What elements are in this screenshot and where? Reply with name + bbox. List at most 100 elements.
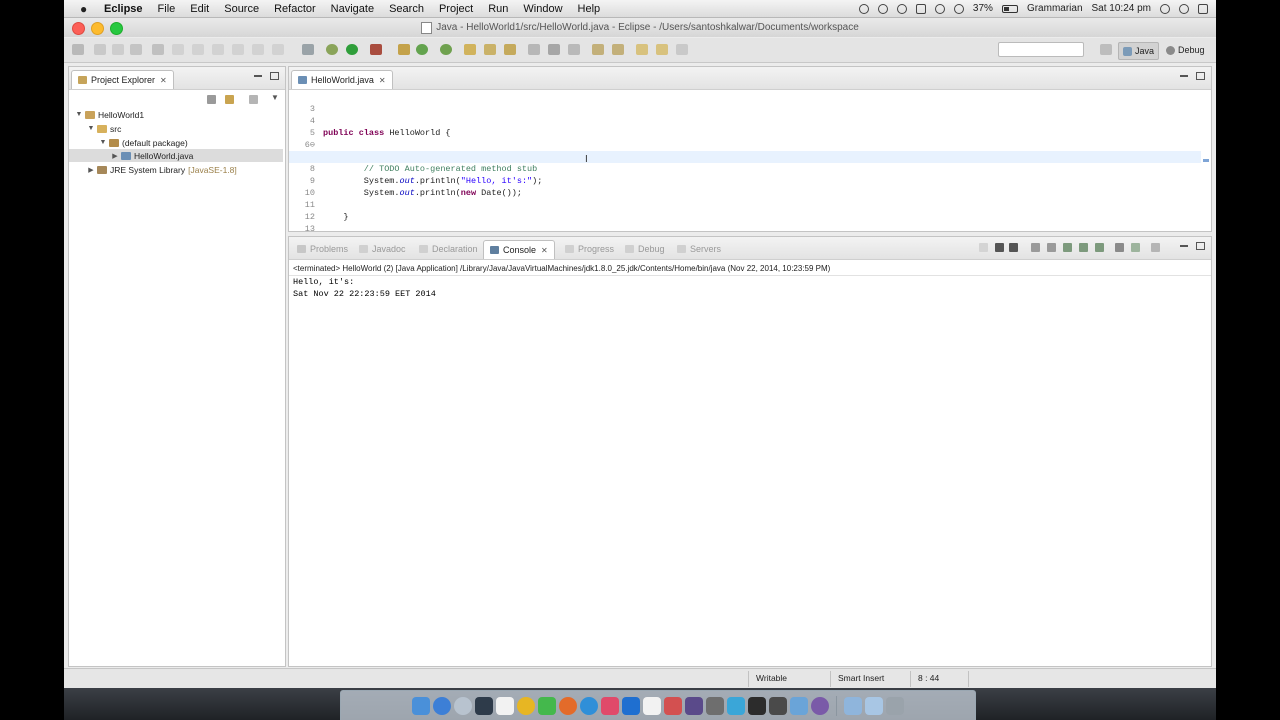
toolbar-icon[interactable] bbox=[232, 44, 244, 55]
user-name[interactable]: Grammarian bbox=[1027, 3, 1083, 14]
volume-icon[interactable] bbox=[953, 3, 964, 14]
collapse-all-icon[interactable] bbox=[207, 95, 216, 104]
tab-helloworld-java[interactable]: HelloWorld.java ✕ bbox=[291, 70, 393, 89]
tab-problems[interactable]: Problems bbox=[291, 240, 354, 258]
tab-debug[interactable]: Debug bbox=[619, 240, 671, 258]
remove-all-terminated-icon[interactable] bbox=[1009, 243, 1018, 252]
terminal-icon[interactable] bbox=[748, 697, 766, 715]
toolbar-icon[interactable] bbox=[192, 44, 204, 55]
view-menu-icon[interactable] bbox=[249, 95, 258, 104]
tab-progress[interactable]: Progress bbox=[559, 240, 620, 258]
menu-navigate[interactable]: Navigate bbox=[331, 3, 374, 15]
open-task-icon[interactable] bbox=[484, 44, 496, 55]
trash-icon[interactable] bbox=[886, 697, 904, 715]
close-window-button[interactable] bbox=[72, 22, 85, 35]
toolbar-icon[interactable] bbox=[172, 44, 184, 55]
app-store-icon[interactable] bbox=[433, 697, 451, 715]
perspective-java[interactable]: Java bbox=[1118, 42, 1160, 60]
chevron-down-icon[interactable]: ▼ bbox=[271, 93, 279, 102]
pause-icon[interactable] bbox=[858, 3, 869, 14]
new-java-project-icon[interactable] bbox=[398, 44, 410, 55]
show-console-stdout-icon[interactable] bbox=[1079, 243, 1088, 252]
new-package-icon[interactable] bbox=[416, 44, 428, 55]
clock[interactable]: Sat 10:24 pm bbox=[1092, 3, 1151, 14]
chrome-icon[interactable] bbox=[517, 697, 535, 715]
wifi-icon[interactable] bbox=[934, 3, 945, 14]
print-icon[interactable] bbox=[130, 44, 142, 55]
finder-icon[interactable] bbox=[412, 697, 430, 715]
pin-icon[interactable] bbox=[676, 44, 688, 55]
pin-console-icon[interactable] bbox=[1115, 243, 1124, 252]
debug-icon[interactable] bbox=[326, 44, 338, 55]
expand-arrow-icon[interactable]: ▼ bbox=[75, 111, 83, 118]
skype-icon[interactable] bbox=[622, 697, 640, 715]
scroll-lock-icon[interactable] bbox=[1047, 243, 1056, 252]
close-icon[interactable]: ✕ bbox=[160, 76, 167, 85]
notes-icon[interactable] bbox=[496, 697, 514, 715]
maps-icon[interactable] bbox=[727, 697, 745, 715]
skip-breakpoints-icon[interactable] bbox=[302, 44, 314, 55]
tab-console[interactable]: Console ✕ bbox=[483, 240, 555, 259]
new-class-icon[interactable] bbox=[440, 44, 452, 55]
notification-center-icon[interactable] bbox=[1198, 3, 1208, 14]
user-icon[interactable] bbox=[1160, 3, 1170, 14]
code-area[interactable]: 3 4 public class HelloWorld { 5 6⊖ publi… bbox=[289, 89, 1201, 231]
battery-icon[interactable] bbox=[1001, 4, 1018, 13]
back-icon[interactable] bbox=[636, 44, 648, 55]
open-console-icon[interactable] bbox=[1151, 243, 1160, 252]
new-icon[interactable] bbox=[72, 44, 84, 55]
preview-icon[interactable] bbox=[790, 697, 808, 715]
photo-booth-icon[interactable] bbox=[664, 697, 682, 715]
show-whitespace-icon[interactable] bbox=[568, 44, 580, 55]
remove-launch-icon[interactable] bbox=[995, 243, 1004, 252]
external-tools-icon[interactable] bbox=[370, 44, 382, 55]
firefox-icon[interactable] bbox=[559, 697, 577, 715]
apple-icon[interactable]: ● bbox=[80, 3, 92, 15]
toggle-mark-icon[interactable] bbox=[528, 44, 540, 55]
close-icon[interactable]: ✕ bbox=[541, 246, 548, 255]
tree-item-jre-library[interactable]: ▶ JRE System Library [JavaSE-1.8] bbox=[87, 163, 236, 176]
display-console-icon[interactable] bbox=[1131, 243, 1140, 252]
minimize-window-button[interactable] bbox=[91, 22, 104, 35]
run-icon[interactable] bbox=[346, 44, 358, 55]
tab-declaration[interactable]: Declaration bbox=[413, 240, 484, 258]
expand-arrow-icon[interactable]: ▼ bbox=[87, 125, 95, 132]
dvd-player-icon[interactable] bbox=[811, 697, 829, 715]
downloads-stack-icon[interactable] bbox=[844, 697, 862, 715]
terminate-icon[interactable] bbox=[979, 243, 988, 252]
tab-servers[interactable]: Servers bbox=[671, 240, 727, 258]
link-with-editor-icon[interactable] bbox=[225, 95, 234, 104]
overview-ruler-marker[interactable] bbox=[1203, 159, 1209, 162]
maximize-icon[interactable] bbox=[270, 72, 279, 80]
itunes-icon[interactable] bbox=[601, 697, 619, 715]
safari-icon[interactable] bbox=[580, 697, 598, 715]
tree-item-helloworld-java[interactable]: ▶ HelloWorld.java bbox=[69, 149, 283, 162]
toolbar-icon[interactable] bbox=[212, 44, 224, 55]
spotlight-search-icon[interactable] bbox=[1179, 3, 1189, 14]
tab-javadoc[interactable]: Javadoc bbox=[353, 240, 412, 258]
menu-edit[interactable]: Edit bbox=[190, 3, 209, 15]
annotation-icon[interactable] bbox=[548, 44, 560, 55]
menu-refactor[interactable]: Refactor bbox=[274, 3, 316, 15]
record-icon[interactable] bbox=[877, 3, 888, 14]
search-icon[interactable] bbox=[504, 44, 516, 55]
open-type-icon[interactable] bbox=[464, 44, 476, 55]
menu-project[interactable]: Project bbox=[439, 3, 473, 15]
zoom-window-button[interactable] bbox=[110, 22, 123, 35]
toolbar-icon[interactable] bbox=[272, 44, 284, 55]
save-icon[interactable] bbox=[94, 44, 106, 55]
eclipse-icon[interactable] bbox=[685, 697, 703, 715]
perspective-debug[interactable]: Debug bbox=[1162, 42, 1209, 58]
calendar-icon[interactable] bbox=[643, 697, 661, 715]
collapse-arrow-icon[interactable]: ▶ bbox=[111, 152, 119, 160]
build-icon[interactable] bbox=[152, 44, 164, 55]
documents-stack-icon[interactable] bbox=[865, 697, 883, 715]
mission-control-icon[interactable] bbox=[475, 697, 493, 715]
close-icon[interactable]: ✕ bbox=[379, 76, 386, 85]
menu-window[interactable]: Window bbox=[523, 3, 562, 15]
tree-item-default-package[interactable]: ▼ (default package) bbox=[99, 136, 188, 149]
minimize-icon[interactable] bbox=[254, 75, 262, 77]
menu-app-eclipse[interactable]: Eclipse bbox=[104, 3, 143, 15]
tree-item-src[interactable]: ▼ src bbox=[87, 122, 122, 135]
minimize-icon[interactable] bbox=[1180, 245, 1188, 247]
